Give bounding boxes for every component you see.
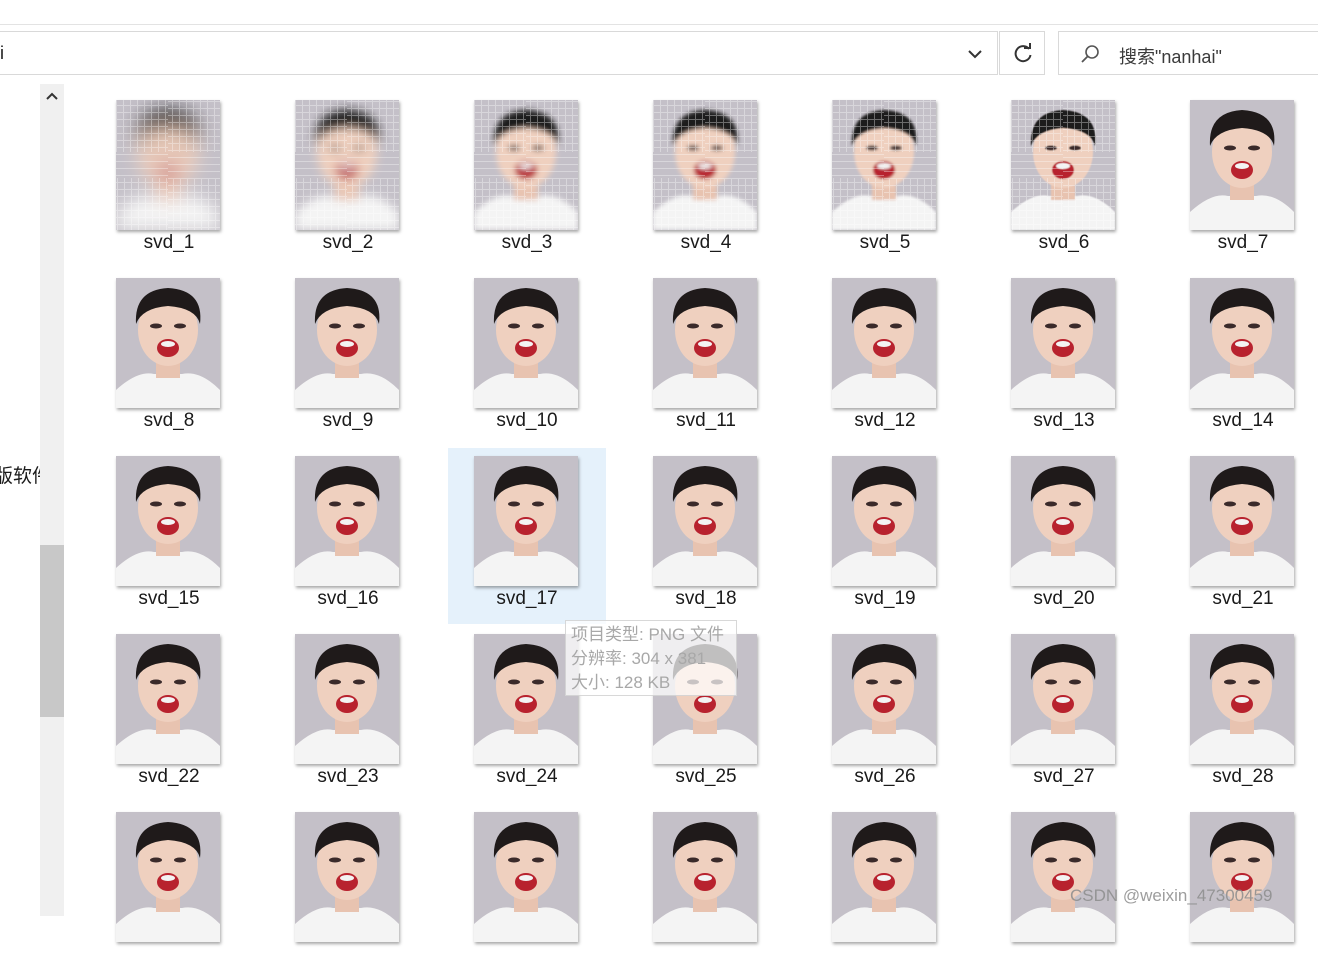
image-thumbnail [295, 278, 399, 408]
image-thumbnail [1011, 278, 1115, 408]
file-name: svd_24 [496, 766, 558, 787]
image-thumbnail [832, 278, 936, 408]
file-item[interactable]: svd_15 [90, 448, 248, 624]
file-item[interactable]: svd_20 [985, 448, 1143, 624]
file-name: svd_27 [1033, 766, 1095, 787]
file-name: svd_13 [1033, 410, 1095, 431]
file-name: svd_11 [676, 410, 736, 431]
file-name: svd_6 [1038, 232, 1090, 253]
image-thumbnail [1011, 812, 1115, 942]
file-name: svd_2 [322, 232, 374, 253]
file-grid: svd_1 svd_2 svd_3 svd_4 svd_5 svd_6 svd_7 svd_8… [0, 0, 1318, 942]
watermark: CSDN @weixin_47300459 [1070, 886, 1273, 905]
image-thumbnail [832, 100, 936, 230]
image-thumbnail [474, 100, 578, 230]
file-name: svd_23 [317, 766, 379, 787]
file-item[interactable] [806, 804, 964, 980]
file-item[interactable]: svd_8 [90, 270, 248, 446]
file-item[interactable]: svd_21 [1164, 448, 1318, 624]
file-item[interactable]: svd_2 [269, 92, 427, 268]
file-item[interactable]: svd_6 [985, 92, 1143, 268]
image-thumbnail [832, 634, 936, 764]
file-item[interactable]: svd_3 [448, 92, 606, 268]
file-item[interactable] [627, 804, 785, 980]
image-thumbnail [1190, 100, 1294, 230]
image-thumbnail [653, 278, 757, 408]
image-thumbnail [295, 100, 399, 230]
tooltip-resolution: 分辨率: 304 x 381 [571, 649, 707, 668]
file-item[interactable]: svd_22 [90, 626, 248, 802]
file-item[interactable] [448, 804, 606, 980]
file-name: svd_25 [675, 766, 737, 787]
file-tooltip: 项目类型: PNG 文件 分辨率: 304 x 381 大小: 128 KB [565, 620, 737, 696]
file-name: svd_15 [138, 588, 200, 609]
image-thumbnail [1011, 100, 1115, 230]
file-item[interactable]: svd_13 [985, 270, 1143, 446]
image-thumbnail [116, 278, 220, 408]
file-item[interactable]: svd_9 [269, 270, 427, 446]
file-name: svd_10 [496, 410, 558, 431]
file-name: svd_19 [854, 588, 916, 609]
image-thumbnail [1011, 634, 1115, 764]
file-name: svd_26 [854, 766, 916, 787]
file-name: svd_9 [322, 410, 374, 431]
file-item[interactable] [90, 804, 248, 980]
file-item[interactable] [269, 804, 427, 980]
file-name: svd_22 [138, 766, 200, 787]
file-name: svd_3 [501, 232, 553, 253]
image-thumbnail [474, 456, 578, 586]
image-thumbnail [1190, 634, 1294, 764]
file-name: svd_21 [1212, 588, 1274, 609]
image-thumbnail [116, 456, 220, 586]
file-item[interactable]: svd_23 [269, 626, 427, 802]
file-item[interactable]: svd_28 [1164, 626, 1318, 802]
image-thumbnail [1011, 456, 1115, 586]
file-name: svd_20 [1033, 588, 1095, 609]
file-name: svd_1 [143, 232, 195, 253]
image-thumbnail [116, 812, 220, 942]
image-thumbnail [653, 100, 757, 230]
file-name: svd_12 [854, 410, 916, 431]
file-name: svd_4 [680, 232, 732, 253]
file-item[interactable]: svd_14 [1164, 270, 1318, 446]
image-thumbnail [653, 812, 757, 942]
file-item[interactable]: svd_16 [269, 448, 427, 624]
file-item[interactable]: svd_12 [806, 270, 964, 446]
image-thumbnail [474, 634, 578, 764]
image-thumbnail [1190, 278, 1294, 408]
file-item[interactable]: svd_4 [627, 92, 785, 268]
file-name: svd_16 [317, 588, 379, 609]
file-name: svd_7 [1217, 232, 1269, 253]
file-item[interactable]: svd_18 [627, 448, 785, 624]
file-item[interactable]: svd_19 [806, 448, 964, 624]
image-thumbnail [116, 634, 220, 764]
image-thumbnail [653, 456, 757, 586]
file-item[interactable]: svd_17 [448, 448, 606, 624]
image-thumbnail [832, 812, 936, 942]
image-thumbnail [1190, 812, 1294, 942]
file-name: svd_5 [859, 232, 911, 253]
image-thumbnail [295, 634, 399, 764]
file-item[interactable]: svd_1 [90, 92, 248, 268]
file-item[interactable]: svd_26 [806, 626, 964, 802]
image-thumbnail [1190, 456, 1294, 586]
file-name: svd_18 [675, 588, 737, 609]
file-name: svd_14 [1212, 410, 1274, 431]
file-name: svd_8 [143, 410, 195, 431]
file-item[interactable]: svd_27 [985, 626, 1143, 802]
file-item[interactable]: svd_5 [806, 92, 964, 268]
tooltip-size: 大小: 128 KB [571, 673, 671, 692]
image-thumbnail [832, 456, 936, 586]
file-item[interactable]: svd_11 [627, 270, 785, 446]
file-item[interactable]: svd_7 [1164, 92, 1318, 268]
image-thumbnail [116, 100, 220, 230]
tooltip-type: 项目类型: PNG 文件 [571, 625, 725, 644]
image-thumbnail [295, 456, 399, 586]
image-thumbnail [474, 812, 578, 942]
image-thumbnail [295, 812, 399, 942]
image-thumbnail [474, 278, 578, 408]
file-name: svd_28 [1212, 766, 1274, 787]
file-item[interactable]: svd_10 [448, 270, 606, 446]
file-name: svd_17 [496, 588, 558, 609]
